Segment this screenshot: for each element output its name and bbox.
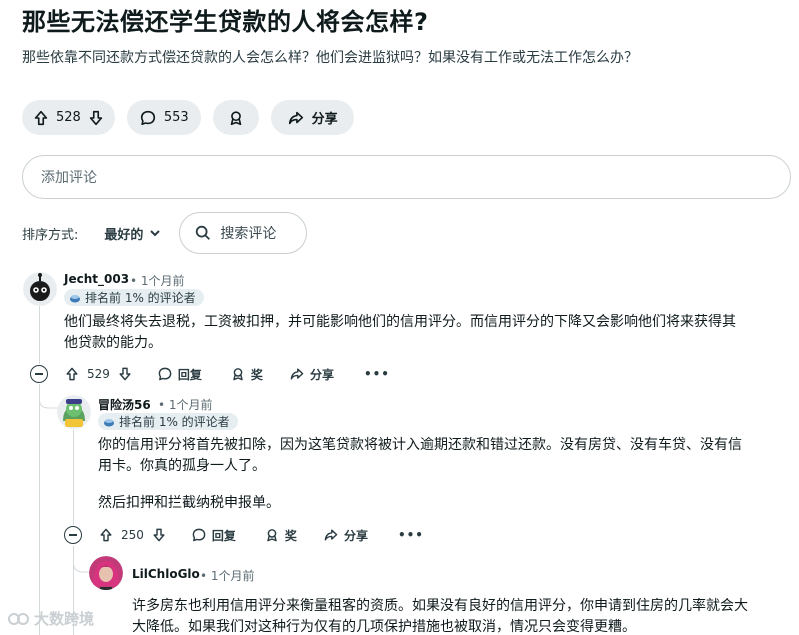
comment-line: 然后扣押和拦截纳税申报单。	[98, 495, 280, 511]
comment-username[interactable]: 冒险汤56	[98, 396, 151, 413]
share-icon	[324, 529, 338, 541]
badge-icon	[70, 294, 80, 302]
share-button[interactable]: 分享	[289, 366, 334, 383]
thread-line	[39, 384, 40, 635]
comment-icon	[158, 367, 172, 381]
comment-actions: 529 回复 奖 分享 •••	[64, 362, 390, 386]
comments-count: 553	[163, 110, 189, 125]
search-icon	[196, 225, 211, 240]
comments-button[interactable]: 553	[126, 100, 201, 135]
share-label: 分享	[343, 528, 368, 543]
award-button[interactable]: 奖	[230, 366, 263, 383]
watermark-text: 大数跨境	[34, 610, 95, 628]
award-icon	[267, 529, 277, 542]
watermark: 大数跨境	[8, 608, 94, 629]
comment-actions: 250 回复 奖 分享 •••	[98, 523, 424, 547]
sort-label: 排序方式:	[22, 227, 79, 243]
upvote-icon[interactable]	[98, 527, 114, 543]
post-title: 那些无法偿还学生贷款的人将会怎样?	[22, 8, 429, 36]
award-icon	[230, 110, 241, 125]
comment-time: • 1个月前	[200, 569, 255, 583]
thread-line	[39, 306, 40, 364]
commenter-badge: 排名前 1% 的评论者	[64, 289, 204, 306]
downvote-icon[interactable]	[151, 527, 167, 543]
post-body: 那些依靠不同还款方式偿还贷款的人会怎么样？他们会进监狱吗？如果没有工作或无法工作…	[22, 50, 638, 66]
award-label: 奖	[250, 367, 263, 382]
share-icon	[290, 368, 304, 380]
thread-connector	[39, 396, 59, 409]
award-icon	[233, 368, 243, 381]
search-comments-input[interactable]: 搜索评论	[179, 212, 308, 254]
comment-line: 用卡。你真的孤身一人了。	[98, 458, 266, 474]
commenter-badge: 排名前 1% 的评论者	[98, 413, 238, 430]
sort-dropdown[interactable]: 最好的	[104, 224, 161, 243]
reply-button[interactable]: 回复	[191, 527, 236, 544]
award-button[interactable]	[212, 100, 259, 135]
share-icon	[288, 111, 303, 124]
comment-line: 他们最终将失去退税，工资被扣押，并可能影响他们的信用评分。而信用评分的下降又会影…	[64, 314, 736, 330]
reply-label: 回复	[211, 528, 236, 543]
post-actions: 528 553 分享	[22, 100, 354, 135]
vote-count: 529	[87, 367, 110, 381]
search-comments-placeholder: 搜索评论	[220, 226, 277, 242]
upvote-icon[interactable]	[64, 366, 80, 382]
comment-time: • 1个月前	[158, 398, 213, 412]
share-button[interactable]: 分享	[323, 527, 368, 544]
comment-line: 他贷款的能力。	[64, 335, 162, 351]
share-label: 分享	[311, 112, 338, 127]
reply-button[interactable]: 回复	[157, 366, 202, 383]
badge-text: 排名前 1% 的评论者	[85, 291, 196, 305]
comment-icon	[192, 528, 206, 542]
comment-icon	[140, 110, 155, 125]
sort-value: 最好的	[104, 227, 144, 243]
add-comment-input[interactable]: 添加评论	[22, 155, 791, 199]
award-label: 奖	[284, 528, 297, 543]
vote-count: 250	[121, 528, 144, 542]
more-options-button[interactable]: •••	[398, 528, 424, 542]
downvote-icon[interactable]	[117, 366, 133, 382]
vote-control: 529	[64, 366, 133, 382]
badge-icon	[104, 418, 114, 426]
avatar[interactable]	[89, 556, 123, 590]
downvote-icon[interactable]	[87, 109, 105, 127]
badge-text: 排名前 1% 的评论者	[119, 415, 230, 429]
more-options-button[interactable]: •••	[364, 367, 390, 381]
comment-text: 许多房东也利用信用评分来衡量租客的资质。如果没有良好的信用评分，你申请到住房的几…	[132, 596, 794, 635]
collapse-thread-button[interactable]	[30, 365, 48, 383]
comment-line: 你的信用评分将首先被扣除，因为这笔贷款将被计入逾期还款和错过还款。没有房贷、没有…	[98, 437, 742, 453]
share-label: 分享	[309, 367, 334, 382]
thread-line	[73, 430, 74, 525]
upvote-icon[interactable]	[32, 109, 50, 127]
upvote-count: 528	[56, 110, 81, 125]
watermark-logo-icon	[8, 612, 29, 625]
collapse-thread-button[interactable]	[64, 526, 82, 544]
comment-username[interactable]: LilChloGlo	[132, 567, 200, 581]
comment-line: 许多房东也利用信用评分来衡量租客的资质。如果没有良好的信用评分，你申请到住房的几…	[132, 598, 748, 614]
share-button[interactable]: 分享	[270, 100, 354, 135]
avatar[interactable]	[57, 395, 91, 429]
comment-time: • 1个月前	[130, 274, 185, 288]
comment-username[interactable]: Jecht_003	[64, 272, 129, 286]
vote-control: 528	[22, 100, 115, 135]
reply-label: 回复	[177, 367, 202, 382]
award-button[interactable]: 奖	[264, 527, 297, 544]
sort-row: 排序方式: 最好的 搜索评论	[22, 212, 308, 254]
add-comment-placeholder: 添加评论	[41, 170, 97, 186]
vote-control: 250	[98, 527, 167, 543]
comment-line: 大降低。如果我们对这种行为仅有的几项保护措施也被取消，情况只会变得更糟。	[132, 619, 636, 635]
comment-text: 他们最终将失去退税，工资被扣押，并可能影响他们的信用评分。而信用评分的下降又会影…	[64, 312, 789, 354]
avatar[interactable]	[23, 272, 57, 306]
comment-text: 你的信用评分将首先被扣除，因为这笔贷款将被计入逾期还款和错过还款。没有房贷、没有…	[98, 435, 793, 514]
chevron-down-icon	[150, 230, 161, 237]
